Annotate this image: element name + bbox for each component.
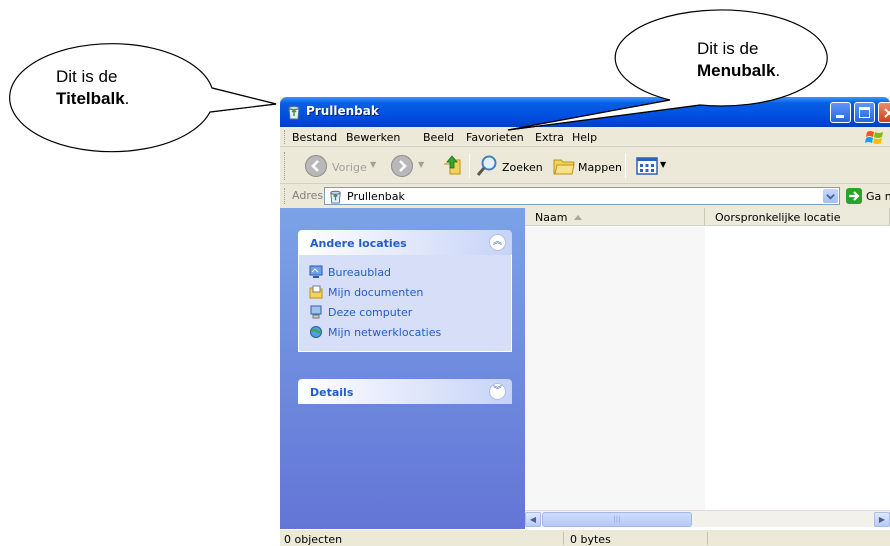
views-icon[interactable] bbox=[635, 154, 659, 178]
callout-titlebar-suffix: . bbox=[124, 89, 130, 108]
close-button[interactable] bbox=[878, 102, 890, 123]
sort-ascending-icon bbox=[574, 215, 582, 220]
column-name-label: Naam bbox=[535, 211, 568, 224]
link-my-network-places[interactable]: Mijn netwerklocaties bbox=[299, 323, 511, 343]
network-places-icon bbox=[310, 326, 322, 338]
callout-menubar-text: Dit is de Menubalk. bbox=[697, 38, 780, 82]
callout-titlebar-bold: Titelbalk bbox=[56, 89, 125, 108]
expand-chevron-icon[interactable]: ︾ bbox=[489, 383, 506, 400]
maximize-button[interactable] bbox=[854, 102, 875, 123]
maximize-icon bbox=[859, 107, 870, 118]
search-label[interactable]: Zoeken bbox=[502, 161, 543, 174]
link-desktop-label: Bureaublad bbox=[328, 266, 392, 279]
desktop-icon bbox=[309, 265, 323, 278]
addressbar-grip[interactable] bbox=[284, 188, 287, 204]
menu-bestand[interactable]: Bestand bbox=[292, 131, 337, 144]
link-my-network-places-label: Mijn netwerklocaties bbox=[328, 326, 442, 339]
column-header-original-location[interactable]: Oorspronkelijke locatie bbox=[705, 208, 890, 226]
status-size: 0 bytes bbox=[570, 533, 611, 546]
go-label[interactable]: Ga naar bbox=[866, 190, 890, 203]
minimize-button[interactable] bbox=[830, 102, 851, 123]
explorer-window: Prullenbak Bestand Bewerken Beeld Favori… bbox=[280, 97, 890, 546]
go-arrow-icon[interactable] bbox=[846, 188, 862, 204]
back-label[interactable]: Vorige bbox=[332, 161, 367, 174]
details-panel: Details ︾ bbox=[298, 379, 512, 404]
recycle-bin-small-icon bbox=[330, 190, 341, 204]
folders-icon[interactable] bbox=[552, 154, 576, 178]
my-documents-icon bbox=[309, 285, 323, 299]
menu-help[interactable]: Help bbox=[572, 131, 597, 144]
status-divider bbox=[707, 532, 708, 545]
column-header-name[interactable]: Naam bbox=[525, 208, 705, 226]
address-input[interactable]: Prullenbak bbox=[324, 187, 840, 205]
forward-arrow-icon[interactable] bbox=[390, 154, 414, 178]
callout-menubar-line1: Dit is de bbox=[697, 39, 759, 58]
toolbar-separator bbox=[625, 154, 626, 178]
address-value: Prullenbak bbox=[347, 190, 405, 203]
other-places-title: Andere locaties bbox=[310, 237, 407, 250]
other-places-panel: Andere locaties ︽ Bureaublad Mijn docume… bbox=[298, 230, 512, 352]
scroll-left-button[interactable]: ◀ bbox=[525, 512, 541, 527]
menu-bewerken[interactable]: Bewerken bbox=[346, 131, 400, 144]
title-bar[interactable]: Prullenbak bbox=[280, 97, 890, 127]
link-my-computer[interactable]: Deze computer bbox=[299, 303, 511, 323]
back-arrow-icon[interactable] bbox=[304, 154, 328, 178]
toolbar-separator bbox=[469, 154, 470, 178]
callout-titlebar-line1: Dit is de bbox=[56, 67, 118, 86]
recycle-bin-icon bbox=[288, 105, 300, 120]
menubar-grip[interactable] bbox=[284, 130, 287, 144]
my-computer-icon bbox=[310, 305, 322, 319]
sorted-column-highlight bbox=[525, 227, 705, 510]
window-title: Prullenbak bbox=[306, 104, 379, 118]
callout-titlebar-text: Dit is de Titelbalk. bbox=[56, 66, 129, 110]
link-desktop[interactable]: Bureaublad bbox=[299, 263, 511, 283]
other-places-body: Bureaublad Mijn documenten Deze computer bbox=[298, 255, 512, 352]
other-places-header[interactable]: Andere locaties ︽ bbox=[298, 230, 512, 255]
horizontal-scrollbar[interactable]: ◀ ||| ▶ bbox=[525, 510, 890, 527]
toolbar-grip[interactable] bbox=[284, 152, 287, 180]
folders-label[interactable]: Mappen bbox=[578, 161, 622, 174]
scroll-thumb[interactable]: ||| bbox=[542, 512, 692, 527]
windows-logo-icon bbox=[865, 131, 883, 144]
chevron-down-icon bbox=[826, 194, 835, 200]
scroll-right-button[interactable]: ▶ bbox=[874, 512, 890, 527]
search-icon[interactable] bbox=[475, 154, 499, 178]
status-object-count: 0 objecten bbox=[284, 533, 343, 546]
minimize-icon bbox=[836, 115, 844, 118]
callout-menubar-bold: Menubalk bbox=[697, 61, 776, 80]
details-header[interactable]: Details ︾ bbox=[298, 379, 512, 404]
callout-bubble-titlebar bbox=[9, 43, 277, 153]
up-folder-icon[interactable] bbox=[440, 154, 464, 178]
column-original-location-label: Oorspronkelijke locatie bbox=[715, 211, 841, 224]
address-dropdown-button[interactable] bbox=[823, 189, 838, 203]
task-pane: Andere locaties ︽ Bureaublad Mijn docume… bbox=[280, 208, 525, 529]
menu-beeld[interactable]: Beeld bbox=[423, 131, 454, 144]
views-dropdown-icon[interactable]: ▼ bbox=[660, 160, 666, 169]
back-dropdown-icon[interactable]: ▼ bbox=[370, 160, 376, 169]
link-my-documents[interactable]: Mijn documenten bbox=[299, 283, 511, 303]
callout-menubar-suffix: . bbox=[775, 61, 781, 80]
address-label: Adres bbox=[292, 189, 324, 202]
menu-bar: Bestand Bewerken Beeld Favorieten Extra … bbox=[280, 127, 890, 147]
status-divider bbox=[563, 532, 564, 545]
close-icon bbox=[884, 108, 890, 118]
details-title: Details bbox=[310, 386, 354, 399]
status-bar: 0 objecten 0 bytes bbox=[280, 529, 890, 546]
file-list[interactable]: Naam Oorspronkelijke locatie ◀ ||| ▶ bbox=[525, 208, 890, 529]
menu-favorieten[interactable]: Favorieten bbox=[466, 131, 524, 144]
address-bar: Adres Prullenbak Ga naar bbox=[280, 185, 890, 207]
link-my-documents-label: Mijn documenten bbox=[328, 286, 424, 299]
collapse-chevron-icon[interactable]: ︽ bbox=[489, 234, 506, 251]
standard-toolbar: Vorige ▼ ▼ Zoeken Mappen ▼ bbox=[280, 148, 890, 184]
forward-dropdown-icon[interactable]: ▼ bbox=[418, 160, 424, 169]
link-my-computer-label: Deze computer bbox=[328, 306, 413, 319]
menu-extra[interactable]: Extra bbox=[535, 131, 564, 144]
